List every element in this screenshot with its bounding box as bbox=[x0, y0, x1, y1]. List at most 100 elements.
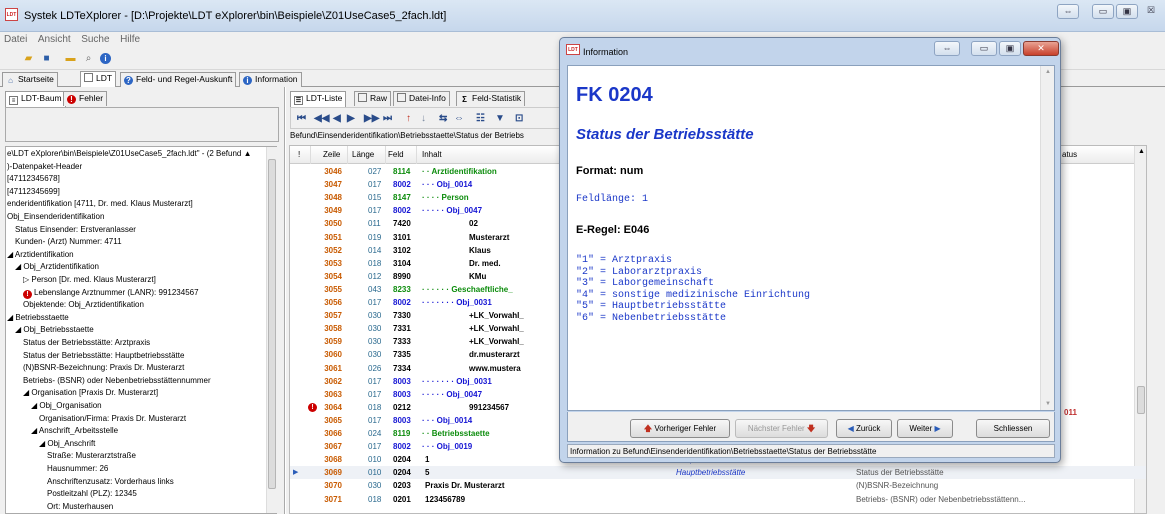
tree-node[interactable]: Straße: Musterarztstraße bbox=[47, 450, 136, 462]
tree-node[interactable]: e\LDT eXplorer\bin\Beispiele\Z01UseCase5… bbox=[7, 148, 252, 160]
tree-node[interactable]: [47112345678] bbox=[7, 173, 60, 185]
menu-datei[interactable]: Datei bbox=[0, 32, 31, 45]
dialog-maximize-button[interactable]: ▣ bbox=[999, 41, 1021, 56]
ldt-tree[interactable]: e\LDT eXplorer\bin\Beispiele\Z01UseCase5… bbox=[5, 146, 277, 514]
tree-node[interactable]: Status Einsender: Erstveranlasser bbox=[15, 224, 136, 236]
cell-feld: 0212 bbox=[393, 402, 411, 412]
tree-node[interactable]: ◢ Betriebsstaette bbox=[7, 312, 69, 324]
col-zeile[interactable]: Zeile bbox=[323, 150, 340, 159]
menu-suche[interactable]: Suche bbox=[77, 32, 113, 45]
tree-node-label: Objektende: Obj_Arztidentifikation bbox=[23, 300, 144, 310]
last-icon[interactable]: ⏭ bbox=[383, 113, 392, 124]
back-button[interactable]: ◀ Zurück bbox=[836, 419, 892, 438]
tree-node[interactable]: ◢ Organisation [Praxis Dr. Musterarzt] bbox=[23, 387, 158, 399]
tree-node-label: Betriebs- (BSNR) oder Nebenbetriebsstätt… bbox=[23, 375, 211, 385]
dialog-scrollbar[interactable]: ▲ ▼ bbox=[1040, 66, 1054, 410]
restore-icon[interactable]: ⇔ bbox=[934, 41, 960, 56]
tab-feld-statistik[interactable]: Σ Feld-Statistik bbox=[456, 91, 526, 106]
tree-node[interactable]: ◢ Obj_Anschrift bbox=[39, 438, 95, 450]
folder-icon[interactable]: ▬ bbox=[64, 53, 77, 65]
tree-node[interactable]: Hausnummer: 26 bbox=[47, 463, 108, 475]
swap-icon[interactable]: ⇔ bbox=[454, 113, 464, 124]
down-icon[interactable]: ↓ bbox=[421, 113, 426, 124]
tab-fehler[interactable]: ! Fehler bbox=[63, 91, 108, 106]
tree-node[interactable]: [47112345699] bbox=[7, 186, 60, 198]
tree-node-label: Obj_Einsenderidentifikation bbox=[7, 212, 105, 221]
field-rule: E-Regel: E046 bbox=[576, 224, 650, 236]
tree-node[interactable]: Status der Betriebsstätte: Arztpraxis bbox=[23, 337, 150, 349]
up-icon[interactable]: ↑ bbox=[406, 113, 411, 124]
open-icon[interactable]: ▰ bbox=[22, 53, 35, 65]
col-feld[interactable]: Feld bbox=[388, 150, 404, 159]
tree-node[interactable]: Ort: Musterhausen bbox=[47, 501, 113, 513]
tab-datei-info[interactable]: Datei-Info bbox=[393, 91, 450, 106]
close-dialog-button[interactable]: Schliessen bbox=[976, 419, 1050, 438]
table-row[interactable]: 3070 030 0203 Praxis Dr. Musterarzt (N)BSNR-… bbox=[290, 479, 1146, 492]
tree-node[interactable]: Organisation/Firma: Praxis Dr. Musterarz… bbox=[39, 413, 186, 425]
prev-icon[interactable]: ◀ bbox=[333, 113, 341, 124]
col-laenge[interactable]: Länge bbox=[352, 150, 374, 159]
checkbox-icon[interactable]: ⊡ bbox=[515, 113, 523, 124]
tab-startseite[interactable]: ⌂ Startseite bbox=[2, 72, 58, 87]
search-icon[interactable]: ⌕ bbox=[82, 53, 95, 65]
tree-node[interactable]: Obj_Einsenderidentifikation bbox=[7, 211, 104, 223]
tree-node[interactable]: Anschriftenzusatz: Vorderhaus links bbox=[47, 476, 174, 488]
menu-ansicht[interactable]: Ansicht bbox=[34, 32, 75, 45]
col-status[interactable]: atus bbox=[1062, 150, 1077, 159]
tree-node[interactable]: ◢ Obj_Organisation bbox=[31, 400, 102, 412]
dialog-close-button[interactable]: ✕ bbox=[1023, 41, 1059, 56]
scroll-up-icon[interactable]: ▲ bbox=[1045, 69, 1051, 75]
tab-ldt-baum[interactable]: ≡ LDT-Baum bbox=[5, 91, 66, 107]
home-icon: ⌂ bbox=[8, 76, 13, 85]
tree-node[interactable]: Objektende: Obj_Arztidentifikation bbox=[23, 299, 144, 311]
col-error[interactable]: ! bbox=[298, 150, 300, 159]
tab-ldt[interactable]: LDT bbox=[80, 71, 117, 87]
menu-hilfe[interactable]: Hilfe bbox=[116, 32, 144, 45]
table-row[interactable]: ▶ 3069 010 0204 5 Hauptbetriebsstätte Status d… bbox=[290, 466, 1146, 480]
tree-node-label: [47112345699] bbox=[7, 186, 60, 196]
info-icon[interactable]: i bbox=[100, 53, 111, 64]
tree-node[interactable]: Betriebs- (BSNR) oder Nebenbetriebsstätt… bbox=[23, 375, 211, 387]
dialog-minimize-button[interactable]: ▭ bbox=[971, 41, 997, 56]
first-icon[interactable]: ⏮ bbox=[297, 113, 306, 124]
columns-icon[interactable]: ☷ bbox=[476, 113, 485, 124]
prev-page-icon[interactable]: ◀◀ bbox=[314, 113, 329, 124]
tree-node[interactable]: Status der Betriebsstätte: Hauptbetriebs… bbox=[23, 350, 184, 362]
scroll-down-icon[interactable]: ▼ bbox=[1045, 401, 1051, 407]
tree-node[interactable]: ! Lebenslange Arztnummer (LANR): 99123456… bbox=[23, 287, 199, 299]
tree-node[interactable]: Kunden- (Arzt) Nummer: 4711 bbox=[15, 236, 122, 248]
next-error-button[interactable]: Nächster Fehler 🡇 bbox=[735, 419, 828, 438]
filter-icon[interactable]: ▼ bbox=[495, 113, 505, 124]
close-button[interactable]: ☒ bbox=[1140, 4, 1162, 19]
next-icon[interactable]: ▶ bbox=[347, 113, 355, 124]
jump-icon[interactable]: ⇆ bbox=[439, 113, 447, 124]
scroll-up-icon[interactable]: ▲ bbox=[1138, 148, 1145, 155]
next-page-icon[interactable]: ▶▶ bbox=[364, 113, 379, 124]
tab-feld-regel-auskunft[interactable]: ? Feld- und Regel-Auskunft bbox=[120, 72, 237, 87]
previous-error-button[interactable]: 🡅 Vorheriger Fehler bbox=[630, 419, 730, 438]
tree-node[interactable]: ◢ Arztidentifikation bbox=[7, 249, 74, 261]
tree-node[interactable]: Postleitzahl (PLZ): 12345 bbox=[47, 488, 137, 500]
cell-inhalt: +LK_Vorwahl_ bbox=[469, 311, 524, 321]
tree-node[interactable]: )-Datenpaket-Header bbox=[7, 161, 82, 173]
tree-icon: ≡ bbox=[9, 96, 18, 105]
tree-scroll-thumb[interactable] bbox=[268, 159, 276, 489]
tab-ldt-liste[interactable]: ☰ LDT-Liste bbox=[290, 91, 347, 107]
tree-node[interactable]: ◢ Obj_Betriebsstaette bbox=[15, 324, 94, 336]
maximize-button[interactable]: ▣ bbox=[1116, 4, 1138, 19]
col-separator bbox=[385, 146, 386, 164]
tree-node[interactable]: ◢ Anschrift_Arbeitsstelle bbox=[31, 425, 118, 437]
tree-node[interactable]: enderidentifikation [4711, Dr. med. Klau… bbox=[7, 198, 193, 210]
tab-raw[interactable]: Raw bbox=[354, 91, 392, 106]
save-icon[interactable]: ■ bbox=[40, 53, 53, 65]
tree-scrollbar[interactable] bbox=[266, 147, 277, 513]
tree-node[interactable]: ◢ Obj_Arztidentifikation bbox=[15, 261, 99, 273]
tree-node[interactable]: ▷ Person [Dr. med. Klaus Musterarzt] bbox=[23, 274, 156, 286]
tree-node[interactable]: (N)BSNR-Bezeichnung: Praxis Dr. Musterar… bbox=[23, 362, 184, 374]
forward-button[interactable]: Weiter ▶ bbox=[897, 419, 953, 438]
restore-icon[interactable]: ⇔ bbox=[1057, 4, 1079, 19]
col-inhalt[interactable]: Inhalt bbox=[422, 150, 442, 159]
table-row[interactable]: 3071 018 0201 123456789 Betriebs- (BSNR) ode… bbox=[290, 493, 1146, 506]
minimize-button[interactable]: ▭ bbox=[1092, 4, 1114, 19]
tab-information[interactable]: i Information bbox=[239, 72, 302, 87]
